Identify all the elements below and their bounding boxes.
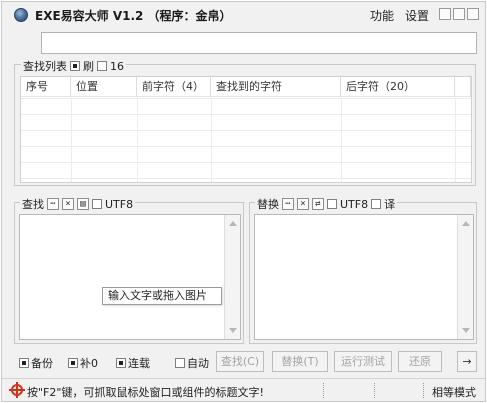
title-bar: EXE易容大师 V1.2 （程序：金帛） 功能 设置 [2,2,485,26]
find-scrollbar[interactable] [224,215,240,339]
translate-checkbox[interactable] [371,199,382,209]
run-test-button[interactable]: 运行测试 [334,351,392,372]
menu-settings[interactable]: 设置 [405,7,429,24]
find-results-table[interactable]: 序号 位置 前字符（4） 查找到的字符 后字符（20） [20,76,472,183]
continuous-checkbox[interactable] [116,358,126,368]
input-hint-tooltip: 输入文字或拖入图片 [102,287,222,305]
scroll-down-icon[interactable] [462,328,470,333]
col-found[interactable]: 查找到的字符 [211,77,341,97]
count-label: 16 [110,59,124,73]
scroll-up-icon[interactable] [229,221,237,226]
refresh-label: 刷 [83,60,94,73]
col-suffix[interactable]: 后字符（20） [341,77,455,97]
col-extra [455,77,471,97]
find-text-area[interactable] [19,214,241,340]
backup-checkbox[interactable] [19,358,29,368]
clear-icon[interactable]: × [62,198,74,210]
swap-icon[interactable]: ⇄ [312,198,324,210]
minimize-button[interactable] [439,8,451,20]
close-button[interactable] [467,8,479,20]
count-checkbox[interactable] [97,61,107,71]
maximize-button[interactable] [453,8,465,20]
find-legend: 查找 [22,198,44,211]
replace-text-area[interactable] [254,214,474,340]
refresh-checkbox[interactable] [70,61,80,71]
find-list-legend: 查找列表 [23,60,67,73]
scroll-down-icon[interactable] [229,328,237,333]
col-prefix[interactable]: 前字符（4） [137,77,211,97]
main-window: EXE易容大师 V1.2 （程序：金帛） 功能 设置 查找列表 刷 16 序号 … [1,1,486,402]
col-position[interactable]: 位置 [71,77,137,97]
replace-button[interactable]: 替换(T) [272,351,328,372]
menu-function[interactable]: 功能 [370,7,394,24]
replace-utf8-checkbox[interactable] [327,199,337,209]
auto-label: 自动 [187,357,209,370]
clear-icon[interactable]: × [297,198,309,210]
table-header: 序号 位置 前字符（4） 查找到的字符 后字符（20） [21,77,471,97]
status-bar: 按"F2"键，可抓取鼠标处窗口或组件的标题文字! 相等模式 [2,378,485,401]
auto-checkbox[interactable] [175,358,185,368]
paste-icon[interactable]: ▤ [77,198,89,210]
col-index[interactable]: 序号 [21,77,71,97]
dots-icon[interactable]: ⋯ [47,198,59,210]
find-utf8-label: UTF8 [105,197,134,211]
window-title: EXE易容大师 V1.2 （程序：金帛） [35,9,232,23]
file-path-input[interactable] [41,32,477,54]
app-globe-icon [14,8,28,22]
status-hint: 按"F2"键，可抓取鼠标处窗口或组件的标题文字! [27,386,264,399]
table-body[interactable] [21,98,471,182]
status-mode[interactable]: 相等模式 [432,384,476,400]
dots-icon[interactable]: ⋯ [282,198,294,210]
crosshair-icon[interactable] [9,382,25,398]
replace-utf8-label: UTF8 [340,197,369,211]
arrow-button[interactable]: → [457,351,477,372]
backup-label: 备份 [31,357,53,370]
restore-button[interactable]: 还原 [398,351,442,372]
replace-legend: 替换 [257,198,279,211]
replace-scrollbar[interactable] [457,215,473,339]
translate-label: 译 [384,198,396,211]
continuous-label: 连载 [128,357,150,370]
scroll-up-icon[interactable] [462,221,470,226]
fill-zero-checkbox[interactable] [68,358,78,368]
fill-zero-label: 补0 [80,357,98,370]
find-button[interactable]: 查找(C) [216,351,264,372]
find-utf8-checkbox[interactable] [92,199,102,209]
